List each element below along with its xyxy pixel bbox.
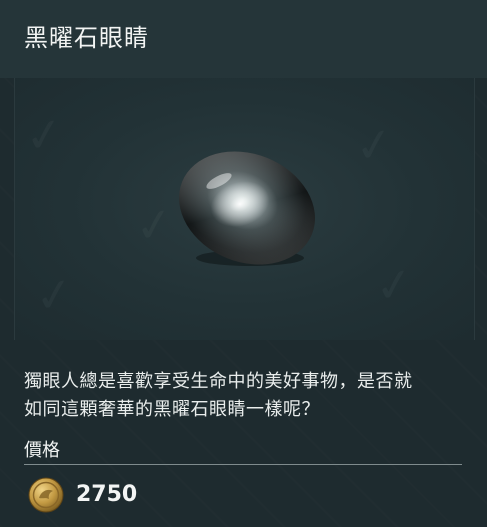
description-line: 如同這顆奢華的黑曜石眼睛一樣呢？ [24, 399, 320, 420]
price-value: 2750 [76, 482, 138, 507]
item-title: 黑曜石眼睛 [24, 24, 149, 52]
background-pattern-icon: ✓ [31, 266, 77, 325]
item-detail-panel: 黑曜石眼睛 ✓ ✓ ✓ ✓ ✓ [0, 0, 487, 527]
item-showcase: ✓ ✓ ✓ ✓ ✓ [14, 78, 475, 340]
item-description: 獨眼人總是喜歡享受生命中的美好事物，是否就 如同這顆奢華的黑曜石眼睛一樣呢？ [24, 368, 464, 424]
obsidian-gem-icon [179, 151, 315, 266]
background-pattern-icon: ✓ [371, 256, 417, 315]
background-pattern-icon: ✓ [351, 116, 397, 175]
price-label: 價格 [24, 440, 60, 461]
item-header: 黑曜石眼睛 [0, 0, 487, 78]
description-line: 獨眼人總是喜歡享受生命中的美好事物，是否就 [24, 371, 413, 392]
gold-coin-icon [28, 477, 64, 513]
background-pattern-icon: ✓ [21, 106, 67, 165]
price-divider [24, 464, 462, 465]
